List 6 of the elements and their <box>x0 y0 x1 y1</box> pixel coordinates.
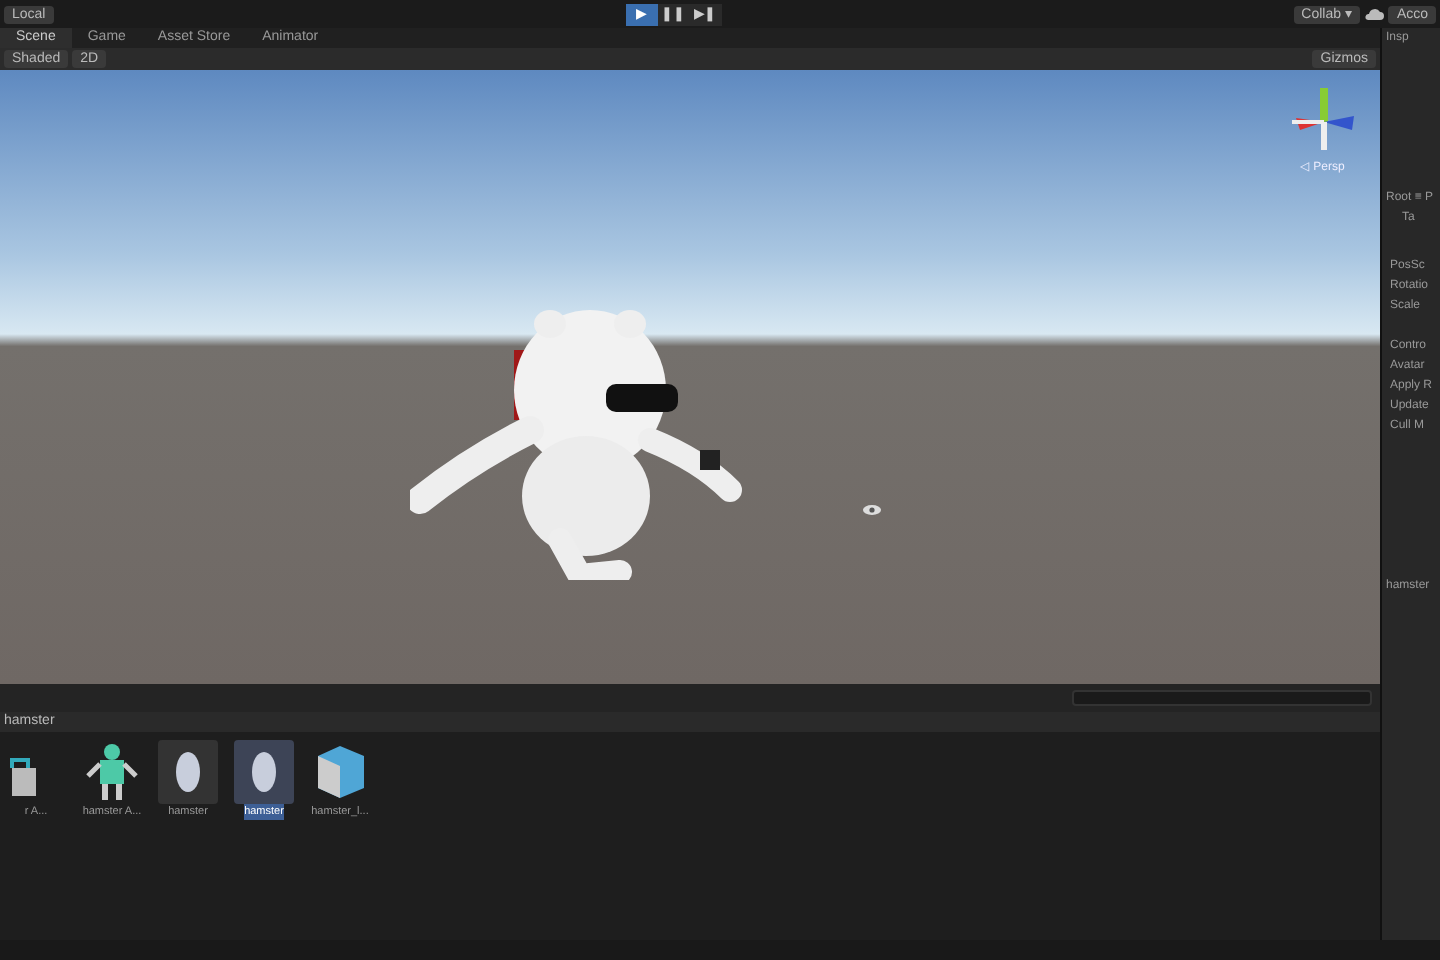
model-thumbnail[interactable] <box>234 739 294 804</box>
model-thumbnail[interactable] <box>158 739 218 804</box>
eye-icon <box>862 502 882 519</box>
cloud-icon[interactable] <box>1364 6 1385 22</box>
figure-icon[interactable] <box>82 739 142 804</box>
search-field[interactable] <box>1072 689 1372 706</box>
